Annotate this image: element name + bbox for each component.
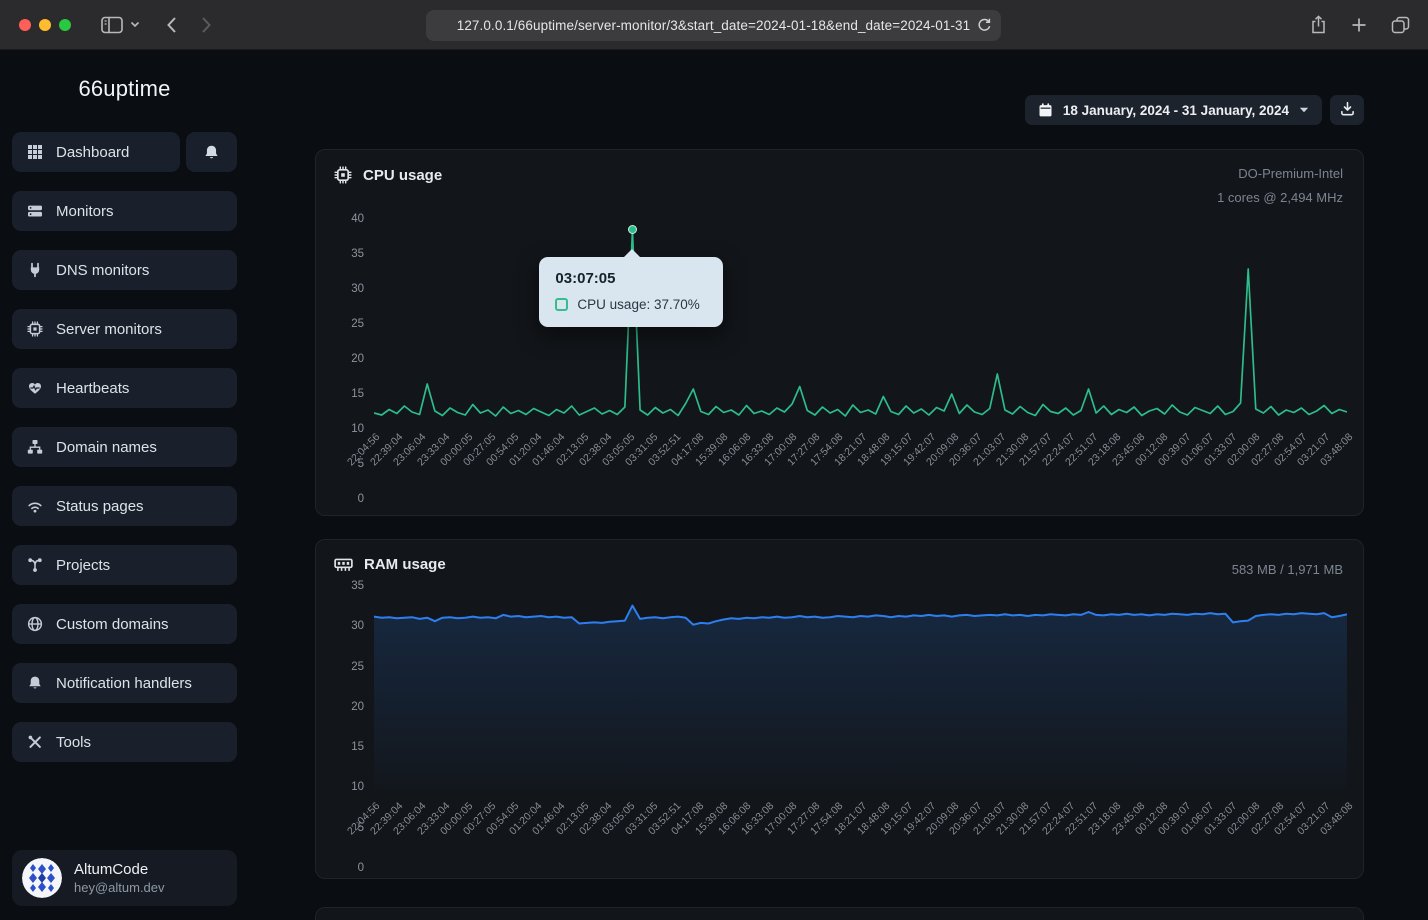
bell-icon bbox=[26, 675, 43, 691]
tab-overview-icon[interactable] bbox=[1391, 16, 1410, 34]
reload-icon[interactable] bbox=[977, 17, 992, 38]
avatar bbox=[22, 858, 62, 898]
sidebar-item-dns-monitors[interactable]: DNS monitors bbox=[12, 250, 237, 290]
chip-icon bbox=[26, 321, 43, 337]
cpu-usage-card: CPU usage DO-Premium-Intel 1 cores @ 2,4… bbox=[315, 149, 1364, 516]
tooltip-time: 03:07:05 bbox=[555, 270, 707, 287]
ram-usage-card: RAM usage 583 MB / 1,971 MB 353025201510… bbox=[315, 539, 1364, 879]
user-email: hey@altum.dev bbox=[74, 880, 165, 895]
browser-chrome: 127.0.0.1/66uptime/server-monitor/3&star… bbox=[0, 0, 1428, 50]
sidebar-nav: Dashboard Monitors DNS monitors Server moni… bbox=[12, 132, 237, 762]
sidebar-item-label: Tools bbox=[56, 734, 91, 751]
date-range-picker[interactable]: 18 January, 2024 - 31 January, 2024 bbox=[1025, 95, 1322, 125]
heartbeat-icon bbox=[26, 380, 43, 396]
tools-icon bbox=[26, 734, 43, 750]
sitemap-icon bbox=[26, 439, 43, 455]
notifications-button[interactable] bbox=[186, 132, 237, 172]
cpu-spec: 1 cores @ 2,494 MHz bbox=[1217, 186, 1343, 210]
cpu-chip-icon bbox=[334, 166, 352, 184]
sidebar-item-projects[interactable]: Projects bbox=[12, 545, 237, 585]
cpu-card-meta: DO-Premium-Intel 1 cores @ 2,494 MHz bbox=[1217, 162, 1343, 210]
minimize-window-button[interactable] bbox=[39, 19, 51, 31]
ram-chart-plot[interactable] bbox=[374, 586, 1347, 788]
sidebar-item-label: Domain names bbox=[56, 439, 157, 456]
new-tab-icon[interactable] bbox=[1351, 17, 1367, 33]
server-plan: DO-Premium-Intel bbox=[1217, 162, 1343, 186]
sidebar-item-notification-handlers[interactable]: Notification handlers bbox=[12, 663, 237, 703]
hover-marker-dot bbox=[628, 225, 637, 234]
share-icon[interactable] bbox=[1310, 15, 1327, 35]
download-icon bbox=[1340, 101, 1355, 119]
forward-button[interactable] bbox=[201, 16, 212, 34]
next-card-stub bbox=[315, 907, 1364, 920]
sidebar-item-label: Custom domains bbox=[56, 616, 169, 633]
ram-card-title: RAM usage bbox=[364, 556, 446, 573]
calendar-icon bbox=[1038, 102, 1053, 118]
tooltip-value: CPU usage: 37.70% bbox=[577, 297, 699, 312]
sidebar-item-server-monitors[interactable]: Server monitors bbox=[12, 309, 237, 349]
caret-down-icon bbox=[1299, 107, 1309, 113]
sidebar-item-label: Notification handlers bbox=[56, 675, 192, 692]
chart-tooltip: 03:07:05 CPU usage: 37.70% bbox=[539, 257, 723, 327]
back-button[interactable] bbox=[166, 16, 177, 34]
user-card[interactable]: AltumCode hey@altum.dev bbox=[12, 850, 237, 906]
ram-x-axis: 22:04:5622:39:0423:06:0423:33:0400:00:05… bbox=[374, 796, 1347, 868]
sidebar-toggle-icon[interactable] bbox=[101, 16, 123, 34]
sidebar-item-label: DNS monitors bbox=[56, 262, 149, 279]
series-swatch bbox=[555, 298, 568, 311]
address-bar[interactable]: 127.0.0.1/66uptime/server-monitor/3&star… bbox=[426, 10, 1001, 41]
sidebar-item-label: Heartbeats bbox=[56, 380, 129, 397]
sidebar: 66uptime Dashboard Monitors DNS monitors Se… bbox=[0, 50, 249, 920]
sidebar-item-tools[interactable]: Tools bbox=[12, 722, 237, 762]
ram-stick-icon bbox=[334, 556, 353, 573]
sidebar-item-label: Projects bbox=[56, 557, 110, 574]
nodes-icon bbox=[26, 557, 43, 573]
cpu-card-title: CPU usage bbox=[363, 167, 442, 184]
cpu-chart-plot[interactable]: 03:07:05 CPU usage: 37.70% bbox=[374, 219, 1347, 419]
chevron-down-icon[interactable] bbox=[130, 21, 140, 28]
close-window-button[interactable] bbox=[19, 19, 31, 31]
sidebar-item-domain-names[interactable]: Domain names bbox=[12, 427, 237, 467]
app-logo: 66uptime bbox=[0, 76, 249, 102]
sidebar-item-custom-domains[interactable]: Custom domains bbox=[12, 604, 237, 644]
export-button[interactable] bbox=[1330, 95, 1364, 125]
sidebar-item-heartbeats[interactable]: Heartbeats bbox=[12, 368, 237, 408]
zoom-window-button[interactable] bbox=[59, 19, 71, 31]
globe-icon bbox=[26, 616, 43, 632]
main-content: 18 January, 2024 - 31 January, 2024 CPU … bbox=[249, 50, 1428, 920]
plug-icon bbox=[26, 262, 43, 278]
date-range-label: 18 January, 2024 - 31 January, 2024 bbox=[1063, 103, 1289, 118]
grid-icon bbox=[26, 144, 43, 160]
ram-card-meta: 583 MB / 1,971 MB bbox=[1232, 558, 1343, 582]
stack-icon bbox=[26, 203, 43, 219]
sidebar-item-status-pages[interactable]: Status pages bbox=[12, 486, 237, 526]
traffic-lights bbox=[19, 19, 71, 31]
user-name: AltumCode bbox=[74, 861, 165, 878]
cpu-x-axis: 22:04:5622:39:0423:06:0423:33:0400:00:05… bbox=[374, 427, 1347, 499]
url-text: 127.0.0.1/66uptime/server-monitor/3&star… bbox=[457, 18, 971, 33]
sidebar-item-dashboard[interactable]: Dashboard bbox=[12, 132, 180, 172]
sidebar-item-label: Dashboard bbox=[56, 144, 129, 161]
sidebar-item-monitors[interactable]: Monitors bbox=[12, 191, 237, 231]
sidebar-item-label: Status pages bbox=[56, 498, 144, 515]
wifi-icon bbox=[26, 498, 43, 514]
sidebar-item-label: Server monitors bbox=[56, 321, 162, 338]
sidebar-item-label: Monitors bbox=[56, 203, 114, 220]
